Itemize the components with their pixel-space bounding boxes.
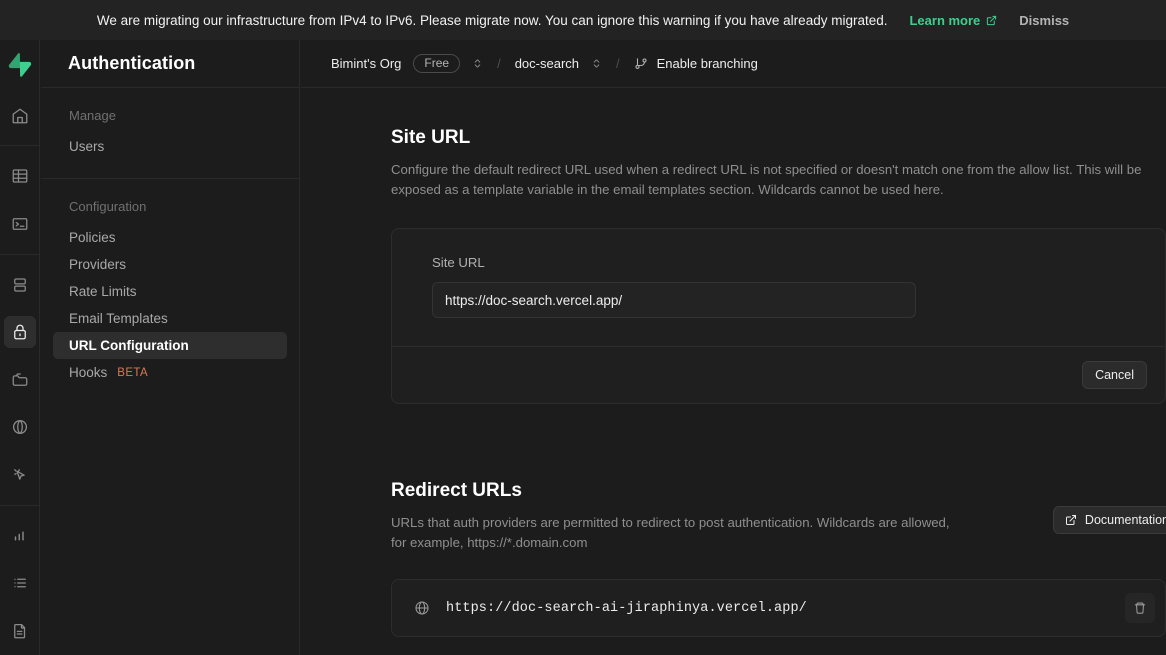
breadcrumb-org[interactable]: Bimint's Org (331, 56, 401, 71)
rail-item-table-editor[interactable] (4, 160, 36, 192)
external-link-icon (1065, 514, 1077, 526)
globe-icon (414, 600, 430, 616)
logs-list-icon (11, 574, 29, 592)
breadcrumb-project[interactable]: doc-search (515, 56, 579, 71)
site-url-card-footer: Cancel (392, 346, 1165, 403)
documentation-button[interactable]: Documentation (1053, 506, 1166, 534)
enable-branching-button[interactable]: Enable branching (634, 56, 758, 71)
sidebar-item-label: Email Templates (69, 311, 168, 326)
cancel-button[interactable]: Cancel (1082, 361, 1147, 389)
project-switcher-button[interactable] (591, 58, 602, 69)
rail-divider (0, 505, 40, 506)
chevron-up-down-icon (591, 58, 602, 69)
org-switcher-button[interactable] (472, 58, 483, 69)
redirect-url-value: https://doc-search-ai-jiraphinya.vercel.… (446, 601, 1109, 616)
storage-folder-icon (11, 371, 29, 389)
trash-icon (1133, 601, 1147, 615)
git-branch-icon (634, 57, 648, 71)
breadcrumb: Bimint's Org Free / doc-search / Enable … (301, 40, 1166, 88)
sidebar-item-label: Rate Limits (69, 284, 137, 299)
sidebar-item-label: URL Configuration (69, 338, 189, 353)
rail-item-realtime[interactable] (4, 459, 36, 491)
sql-editor-icon (11, 215, 29, 233)
auth-lock-icon (11, 323, 29, 341)
sidebar-group-label-manage: Manage (53, 108, 287, 133)
site-url-input[interactable] (432, 282, 916, 318)
sidebar-group-label-configuration: Configuration (53, 199, 287, 224)
site-url-section: Site URL Configure the default redirect … (391, 127, 1166, 404)
sidebar-item-label: Users (69, 139, 104, 154)
site-url-card: Site URL Cancel (391, 228, 1166, 404)
rail-item-api-docs[interactable] (4, 615, 36, 647)
sidebar-group-manage: Manage Users (41, 88, 299, 179)
redirect-urls-description: URLs that auth providers are permitted t… (391, 513, 951, 553)
sidebar-item-email-templates[interactable]: Email Templates (53, 305, 287, 332)
sidebar-group-configuration: Configuration Policies Providers Rate Li… (41, 179, 299, 404)
redirect-urls-card: https://doc-search-ai-jiraphinya.vercel.… (391, 579, 1166, 637)
page-title: Authentication (68, 53, 195, 74)
sidebar-item-policies[interactable]: Policies (53, 224, 287, 251)
api-docs-icon (11, 622, 29, 640)
site-url-field-label: Site URL (432, 255, 1165, 270)
sidebar-item-label: Hooks (69, 365, 107, 380)
banner-learn-more-link[interactable]: Learn more (909, 13, 997, 28)
rail-item-reports[interactable] (4, 520, 36, 552)
sidebar-item-label: Providers (69, 257, 126, 272)
breadcrumb-separator: / (616, 56, 620, 71)
rail-item-edge-functions[interactable] (4, 412, 36, 444)
rail-item-storage[interactable] (4, 364, 36, 396)
rail-item-authentication[interactable] (4, 316, 36, 348)
redirect-urls-section: Redirect URLs URLs that auth providers a… (391, 480, 1166, 637)
sidebar-item-url-configuration[interactable]: URL Configuration (53, 332, 287, 359)
table-editor-icon (11, 167, 29, 185)
sidebar-item-users[interactable]: Users (53, 133, 287, 160)
site-url-description: Configure the default redirect URL used … (391, 160, 1166, 200)
chevron-up-down-icon (472, 58, 483, 69)
delete-redirect-url-button[interactable] (1125, 593, 1155, 623)
database-icon (11, 276, 29, 294)
reports-bar-icon (11, 527, 29, 545)
external-link-icon (986, 15, 997, 26)
site-url-title: Site URL (391, 127, 1166, 149)
sidebar-header: Authentication (41, 40, 299, 88)
enable-branching-label: Enable branching (657, 56, 758, 71)
rail-item-database[interactable] (4, 269, 36, 301)
site-url-card-body: Site URL (392, 229, 1165, 346)
breadcrumb-separator: / (497, 56, 501, 71)
main-content: Site URL Configure the default redirect … (301, 89, 1166, 655)
sidebar-item-rate-limits[interactable]: Rate Limits (53, 278, 287, 305)
edge-functions-icon (11, 418, 29, 436)
migration-banner: We are migrating our infrastructure from… (0, 0, 1166, 40)
documentation-label: Documentation (1085, 513, 1166, 527)
realtime-cursor-icon (11, 466, 29, 484)
supabase-logo-icon[interactable] (7, 52, 33, 78)
sidebar-item-hooks[interactable]: Hooks BETA (53, 359, 287, 386)
table-row[interactable]: https://doc-search-ai-jiraphinya.vercel.… (392, 580, 1165, 636)
rail-divider (0, 254, 40, 255)
sidebar-item-label: Policies (69, 230, 116, 245)
rail-item-home[interactable] (4, 100, 36, 132)
rail-item-logs[interactable] (4, 568, 36, 600)
banner-message: We are migrating our infrastructure from… (97, 13, 888, 28)
sidebar-item-providers[interactable]: Providers (53, 251, 287, 278)
status-badge: BETA (117, 367, 148, 379)
icon-rail (0, 40, 40, 655)
rail-divider (0, 145, 40, 146)
product-sidebar: Authentication Manage Users Configuratio… (41, 40, 300, 655)
banner-dismiss-button[interactable]: Dismiss (1019, 13, 1069, 28)
rail-item-sql-editor[interactable] (4, 208, 36, 240)
home-icon (11, 107, 29, 125)
plan-badge[interactable]: Free (413, 54, 460, 73)
redirect-urls-title: Redirect URLs (391, 480, 1166, 502)
banner-learn-more-label: Learn more (909, 13, 980, 28)
